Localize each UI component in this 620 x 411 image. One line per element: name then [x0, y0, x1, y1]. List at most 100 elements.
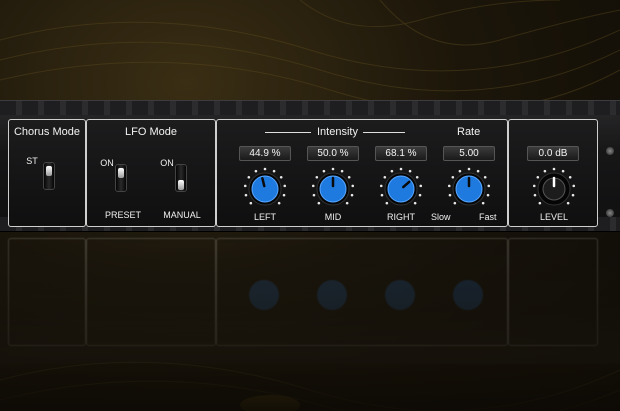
lfo-manual-switch[interactable]: [175, 164, 187, 192]
rack-screw-icon: [606, 147, 614, 155]
knob-tick: [487, 184, 491, 188]
knob-tick: [390, 169, 394, 173]
toggle-switch-icon: [118, 168, 124, 178]
knob-tick: [345, 201, 349, 205]
intensity-right-display[interactable]: 68.1 %: [375, 146, 427, 161]
intensity-left-knob[interactable]: [242, 166, 288, 212]
toggle-switch-icon: [46, 166, 52, 176]
chorus-mode-switch[interactable]: [43, 162, 55, 190]
knob-tick: [536, 175, 540, 179]
intensity-left-display[interactable]: 44.9 %: [239, 146, 291, 161]
knob-tick: [458, 169, 462, 173]
knob-tick: [533, 193, 537, 197]
knob-tick: [317, 201, 321, 205]
rate-title: Rate: [457, 126, 481, 138]
knob-tick: [279, 175, 283, 179]
knob-tick: [244, 193, 248, 197]
knob-tick: [351, 184, 355, 188]
lfo-manual-on-label: ON: [160, 158, 174, 168]
reflection-knob: [317, 280, 347, 310]
knob-tick: [538, 201, 542, 205]
knob-icon: [311, 167, 355, 206]
lfo-preset-label: PRESET: [104, 210, 141, 220]
rack-reflection: [0, 232, 620, 364]
knob-tick: [552, 167, 556, 171]
rate-knob[interactable]: [446, 166, 492, 212]
knob-icon: [243, 167, 287, 206]
reflection-knob: [385, 280, 415, 310]
knob-tick: [413, 201, 417, 205]
reflection-panel: [86, 238, 216, 346]
knob-body: [387, 175, 415, 203]
knob-tick: [418, 193, 422, 197]
knob-tick: [379, 184, 383, 188]
knob-tick: [476, 169, 480, 173]
lfo-mode-panel: LFO Mode ON PRESET ON MANUAL: [86, 119, 216, 227]
knob-body: [251, 175, 279, 203]
intensity-right-knob[interactable]: [378, 166, 424, 212]
knob-tick: [283, 184, 287, 188]
rate-slow-label: Slow: [431, 212, 451, 222]
knob-tick: [543, 169, 547, 173]
knob-tick: [272, 169, 276, 173]
level-knob[interactable]: [531, 166, 577, 212]
knob-tick: [311, 184, 315, 188]
knob-tick: [566, 201, 570, 205]
reflection-panel: [508, 238, 598, 346]
level-label: LEVEL: [539, 212, 569, 222]
knob-tick: [561, 169, 565, 173]
knob-tick: [532, 184, 536, 188]
knob-tick: [277, 201, 281, 205]
rate-display[interactable]: 5.00: [443, 146, 495, 161]
intensity-left-label: LEFT: [253, 212, 276, 222]
lfo-mode-title: LFO Mode: [125, 126, 177, 138]
knob-tick: [467, 167, 471, 171]
knob-tick: [399, 167, 403, 171]
chorus-mode-st-label: ST: [26, 156, 38, 166]
knob-icon: [532, 167, 576, 206]
knob-icon: [447, 167, 491, 206]
knob-tick: [448, 193, 452, 197]
knob-tick: [568, 175, 572, 179]
knob-tick: [483, 175, 487, 179]
knob-tick: [383, 175, 387, 179]
knob-tick: [350, 193, 354, 197]
knob-tick: [312, 193, 316, 197]
knob-tick: [322, 169, 326, 173]
knob-tick: [247, 175, 251, 179]
knob-tick: [447, 184, 451, 188]
knob-tick: [453, 201, 457, 205]
toggle-switch-icon: [178, 180, 184, 190]
knob-tick: [481, 201, 485, 205]
knob-icon: [379, 167, 423, 206]
knob-tick: [347, 175, 351, 179]
knob-tick: [315, 175, 319, 179]
knob-tick: [571, 193, 575, 197]
lfo-preset-on-label: ON: [100, 158, 114, 168]
intensity-rate-panel: Intensity Rate 44.9 % 50.0 % 68.1 % 5.00…: [216, 119, 508, 227]
rate-fast-label: Fast: [479, 212, 497, 222]
knob-tick: [451, 175, 455, 179]
knob-tick: [385, 201, 389, 205]
intensity-mid-knob[interactable]: [310, 166, 356, 212]
rack-screw-icon: [606, 209, 614, 217]
rack-rail-top: [0, 101, 620, 115]
knob-tick: [243, 184, 247, 188]
chorus-mode-panel: Chorus Mode ST: [8, 119, 86, 227]
knob-tick: [263, 167, 267, 171]
reflection-panel: [8, 238, 86, 346]
intensity-right-label: RIGHT: [387, 212, 415, 222]
knob-tick: [254, 169, 258, 173]
chorus-rack-unit: Chorus Mode ST LFO Mode ON PRESET ON MAN…: [0, 100, 620, 232]
knob-tick: [408, 169, 412, 173]
knob-tick: [282, 193, 286, 197]
lfo-preset-switch[interactable]: [115, 164, 127, 192]
knob-tick: [486, 193, 490, 197]
level-display[interactable]: 0.0 dB: [527, 146, 579, 161]
knob-tick: [331, 167, 335, 171]
knob-tick: [380, 193, 384, 197]
reflection-knob: [453, 280, 483, 310]
intensity-mid-display[interactable]: 50.0 %: [307, 146, 359, 161]
reflection-knob: [249, 280, 279, 310]
intensity-mid-label: MID: [324, 212, 342, 222]
